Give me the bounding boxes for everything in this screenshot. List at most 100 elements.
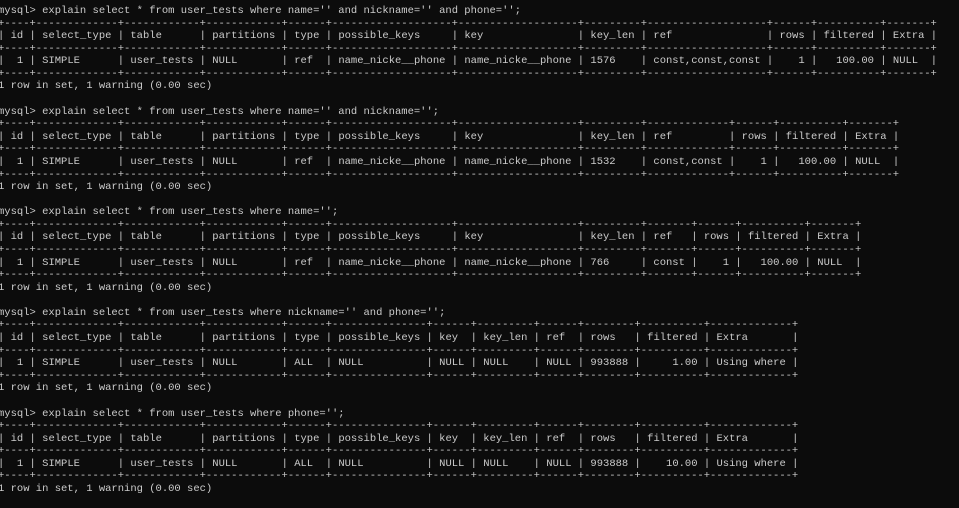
column-header-key: key: [439, 332, 464, 345]
cell-filtered: 100.00: [824, 55, 874, 68]
cell-extra: NULL: [817, 257, 849, 270]
column-header-ref: ref: [653, 231, 685, 244]
table-border: +----+-------------+------------+-------…: [0, 143, 959, 156]
column-header-ref: ref: [546, 433, 571, 446]
query-block: mysql> explain select * from user_tests …: [0, 206, 959, 307]
cell-extra: Using where: [716, 357, 785, 370]
cell-table: user_tests: [130, 55, 193, 68]
column-header-type: type: [294, 131, 319, 144]
cell-select-type: SIMPLE: [42, 357, 111, 370]
result-summary: 1 row in set, 1 warning (0.00 sec): [0, 483, 959, 496]
cell-partitions: NULL: [212, 458, 275, 471]
column-header-extra: Extra: [716, 332, 785, 345]
table-border: +----+-------------+------------+-------…: [0, 43, 959, 56]
table-border: +----+-------------+------------+-------…: [0, 244, 959, 257]
cell-select-type: SIMPLE: [42, 458, 111, 471]
table-border: +----+-------------+------------+-------…: [0, 345, 959, 358]
column-header-extra: Extra: [855, 131, 887, 144]
cell-filtered: 100.00: [748, 257, 798, 270]
column-header-id: id: [11, 30, 24, 43]
cell-filtered: 100.00: [786, 156, 836, 169]
cell-partitions: NULL: [212, 55, 275, 68]
terminal-window[interactable]: mysql> explain select * from user_tests …: [0, 5, 959, 508]
column-header-select-type: select_type: [42, 433, 111, 446]
cell-rows: 1: [742, 156, 767, 169]
column-header-table: table: [130, 131, 193, 144]
cell-partitions: NULL: [212, 156, 275, 169]
column-header-key-len: key_len: [590, 131, 634, 144]
cell-rows: 993888: [590, 458, 628, 471]
table-row: | 1 | SIMPLE | user_tests | NULL | ALL |…: [0, 458, 959, 471]
table-border: +----+-------------+------------+-------…: [0, 169, 959, 182]
prompt: mysql>: [0, 5, 36, 17]
cell-key-len: NULL: [483, 458, 527, 471]
blank-line: [0, 294, 959, 307]
cell-possible-keys: name_nicke__phone: [338, 257, 445, 270]
column-header-type: type: [294, 433, 319, 446]
table-header-row: | id | select_type | table | partitions …: [0, 332, 959, 345]
column-header-extra: Extra: [716, 433, 785, 446]
cell-partitions: NULL: [212, 257, 275, 270]
column-header-key-len: key_len: [590, 30, 634, 43]
table-row: | 1 | SIMPLE | user_tests | NULL | ref |…: [0, 55, 959, 68]
cell-type: ALL: [294, 357, 319, 370]
cell-ref: const,const: [653, 156, 722, 169]
cell-type: ref: [294, 257, 319, 270]
column-header-filtered: filtered: [647, 433, 697, 446]
column-header-id: id: [11, 231, 24, 244]
cell-key: name_nicke__phone: [464, 257, 571, 270]
column-header-id: id: [11, 433, 24, 446]
column-header-id: id: [11, 131, 24, 144]
table-border: +----+-------------+------------+-------…: [0, 68, 959, 81]
blank-line: [0, 194, 959, 207]
cell-partitions: NULL: [212, 357, 275, 370]
table-border: +----+-------------+------------+-------…: [0, 370, 959, 383]
column-header-key-len: key_len: [590, 231, 634, 244]
cell-key-len: 766: [590, 257, 634, 270]
column-header-key: key: [464, 231, 571, 244]
cell-key-len: 1532: [590, 156, 634, 169]
cell-ref: NULL: [546, 458, 571, 471]
cell-table: user_tests: [130, 257, 193, 270]
sql-command: explain select * from user_tests where n…: [42, 5, 521, 17]
query-block: mysql> explain select * from user_tests …: [0, 5, 959, 106]
cell-ref: const,const,const: [653, 55, 760, 68]
cell-select-type: SIMPLE: [42, 156, 111, 169]
command-line: mysql> explain select * from user_tests …: [0, 206, 959, 219]
column-header-possible-keys: possible_keys: [338, 231, 445, 244]
column-header-select-type: select_type: [42, 30, 111, 43]
query-block: mysql> explain select * from user_tests …: [0, 408, 959, 508]
table-border: +----+-------------+------------+-------…: [0, 319, 959, 332]
column-header-filtered: filtered: [786, 131, 836, 144]
result-summary: 1 row in set, 1 warning (0.00 sec): [0, 282, 959, 295]
cell-ref: NULL: [546, 357, 571, 370]
column-header-key: key: [464, 131, 571, 144]
cell-key: name_nicke__phone: [464, 156, 571, 169]
table-border: +----+-------------+------------+-------…: [0, 18, 959, 31]
cell-id: 1: [11, 55, 24, 68]
result-summary: 1 row in set, 1 warning (0.00 sec): [0, 80, 959, 93]
explain-result-table: +----+-------------+------------+-------…: [0, 18, 959, 81]
column-header-key-len: key_len: [483, 332, 527, 345]
cell-rows: 993888: [590, 357, 628, 370]
column-header-extra: Extra: [893, 30, 925, 43]
table-header-row: | id | select_type | table | partitions …: [0, 433, 959, 446]
cell-id: 1: [11, 156, 24, 169]
blank-line: [0, 93, 959, 106]
prompt: mysql>: [0, 106, 36, 118]
table-border: +----+-------------+------------+-------…: [0, 219, 959, 232]
column-header-type: type: [294, 30, 319, 43]
cell-key-len: NULL: [483, 357, 527, 370]
blank-line: [0, 395, 959, 408]
column-header-key: key: [439, 433, 464, 446]
column-header-rows: rows: [590, 332, 628, 345]
explain-result-table: +----+-------------+------------+-------…: [0, 420, 959, 483]
cell-id: 1: [11, 357, 24, 370]
cell-id: 1: [11, 458, 24, 471]
command-line: mysql> explain select * from user_tests …: [0, 307, 959, 320]
query-block: mysql> explain select * from user_tests …: [0, 106, 959, 207]
column-header-partitions: partitions: [212, 433, 275, 446]
column-header-filtered: filtered: [647, 332, 697, 345]
column-header-rows: rows: [742, 131, 767, 144]
table-row: | 1 | SIMPLE | user_tests | NULL | ref |…: [0, 156, 959, 169]
